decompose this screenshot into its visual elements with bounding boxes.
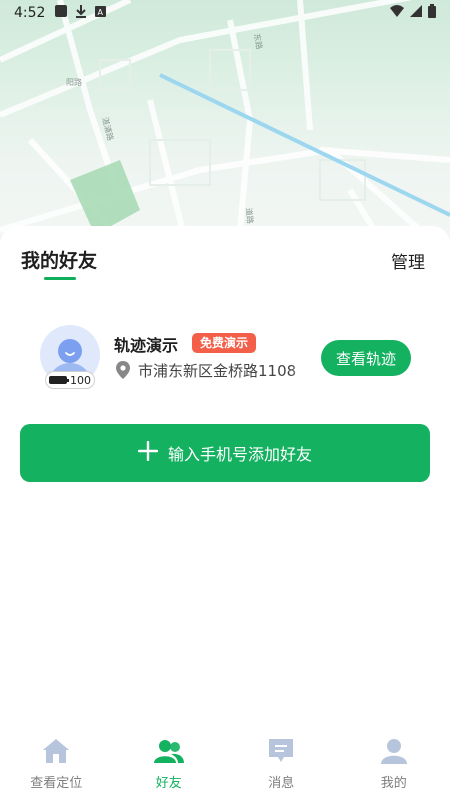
map-road-label: 道路 (244, 207, 255, 224)
friends-sheet: 我的好友 管理 100 轨迹演示 免费演示 市浦东新区金桥路1108 查看轨迹 … (0, 226, 450, 736)
home-icon (42, 738, 70, 768)
friend-list-item[interactable]: 100 轨迹演示 免费演示 市浦东新区金桥路1108 查看轨迹 (0, 322, 450, 402)
battery-icon (428, 4, 436, 22)
signal-icon (410, 5, 422, 21)
friend-address: 市浦东新区金桥路1108 (138, 362, 297, 380)
battery-level-icon (49, 376, 69, 384)
friends-icon (153, 738, 184, 768)
sheet-header: 我的好友 管理 (0, 226, 450, 286)
map-road-label: 东路 (252, 33, 265, 50)
nav-item-locate[interactable]: 查看定位 (0, 728, 113, 800)
svg-text:A: A (98, 8, 104, 17)
free-demo-badge: 免费演示 (192, 333, 257, 353)
nav-label: 消息 (268, 776, 295, 791)
battery-level: 100 (70, 373, 91, 387)
map-road-label: 湛浦路 (100, 116, 116, 142)
nav-label: 我的 (380, 776, 407, 791)
status-time: 4:52 (14, 5, 46, 21)
message-icon (267, 738, 295, 768)
battery-badge: 100 (45, 371, 95, 389)
a-icon: A (95, 5, 107, 21)
view-track-button[interactable]: 查看轨迹 (321, 340, 411, 376)
friend-name: 轨迹演示 (114, 336, 179, 355)
download-icon (75, 4, 87, 22)
nav-item-profile[interactable]: 我的 (338, 728, 450, 800)
nav-item-friends[interactable]: 好友 (113, 728, 226, 800)
add-friend-button[interactable]: 输入手机号添加好友 (20, 424, 430, 482)
map-road-label: 阳路 (66, 77, 82, 87)
nav-label: 好友 (155, 776, 182, 791)
wifi-icon (390, 5, 404, 21)
plus-icon (137, 440, 159, 465)
media-icon (55, 5, 68, 21)
bottom-nav: 查看定位 好友 消息 我的 (0, 728, 450, 800)
nav-item-messages[interactable]: 消息 (225, 728, 338, 800)
nav-label: 查看定位 (30, 776, 83, 791)
address-fade (290, 358, 314, 382)
profile-icon (380, 738, 408, 768)
status-bar: 4:52 A (0, 0, 450, 26)
page-title: 我的好友 (21, 251, 98, 272)
location-pin-icon (116, 361, 130, 383)
manage-button[interactable]: 管理 (391, 248, 425, 273)
title-underline (44, 277, 76, 280)
add-friend-label: 输入手机号添加好友 (167, 445, 312, 464)
